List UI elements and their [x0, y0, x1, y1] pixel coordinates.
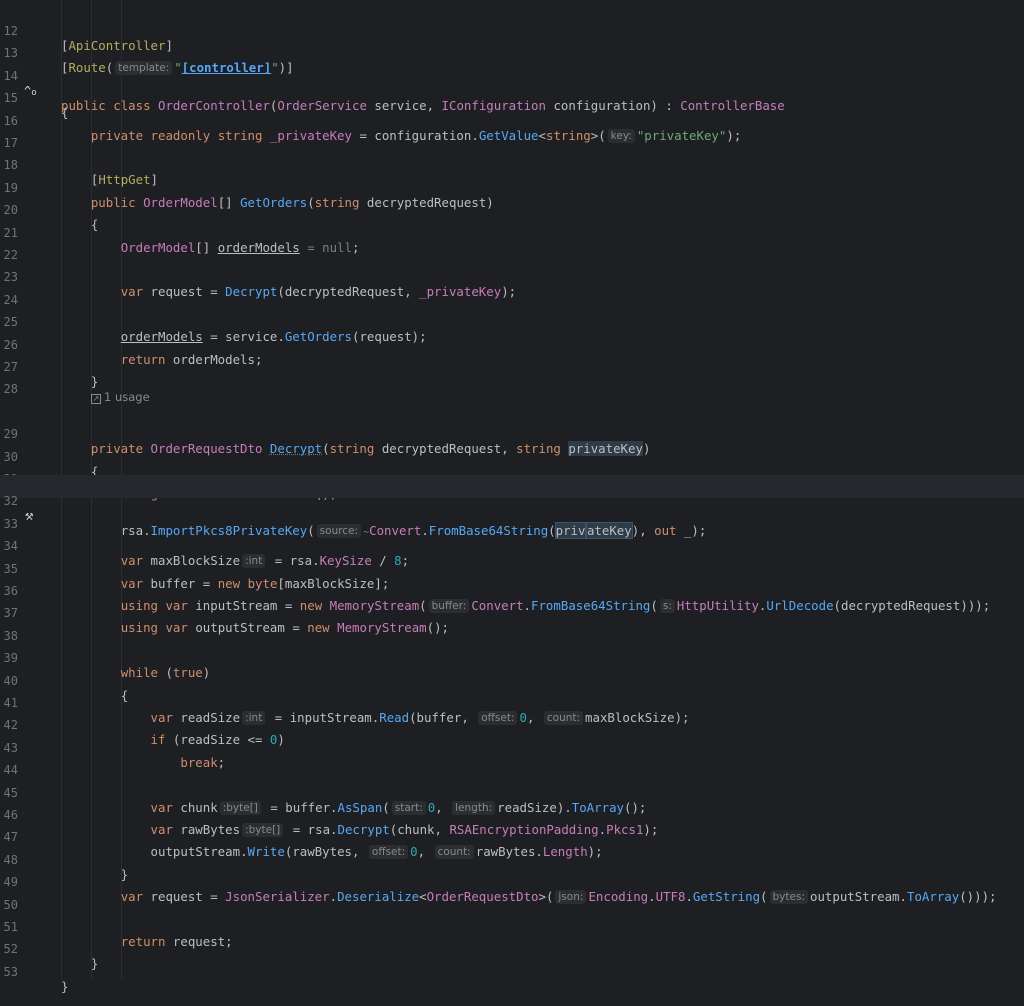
- code-line[interactable]: 14 ^o public class OrderController(Order…: [0, 50, 1024, 113]
- code-line[interactable]: 49 var request = JsonSerializer.Deserial…: [0, 856, 1024, 905]
- code-line[interactable]: 30 {: [0, 431, 1024, 479]
- code-line[interactable]: 19 public OrderModel[] GetOrders(string …: [0, 162, 1024, 210]
- code-line[interactable]: 16 private readonly string _privateKey =…: [0, 95, 1024, 143]
- code-line[interactable]: 34 var maxBlockSize:int = rsa.KeySize / …: [0, 520, 1024, 569]
- code-line[interactable]: 50: [0, 879, 1024, 912]
- code-line[interactable]: 29 private OrderRequestDto Decrypt(strin…: [0, 408, 1024, 457]
- usages-code-lens[interactable]: ↗ 1 usage: [91, 386, 150, 408]
- code-line[interactable]: 42 if (readSize <= 0): [0, 699, 1024, 747]
- code-line[interactable]: 28: [0, 363, 1024, 396]
- code-line[interactable]: 13 [Route(template: "[controller]")]: [0, 27, 1024, 76]
- code-line[interactable]: 46 var rawBytes:byte[] = rsa.Decrypt(chu…: [0, 789, 1024, 837]
- code-line[interactable]: 23 var request = Decrypt(decryptedReques…: [0, 251, 1024, 299]
- code-line-current[interactable]: 32 ⚒ rsa.ImportPkcs8PrivateKey(source: ∼C…: [0, 475, 1024, 540]
- code-line[interactable]: 27 }: [0, 341, 1024, 389]
- code-line[interactable]: 40 {: [0, 655, 1024, 703]
- code-line[interactable]: 36 using var inputStream = new MemoryStr…: [0, 565, 1024, 613]
- code-line[interactable]: 44: [0, 744, 1024, 777]
- code-line[interactable]: 26 return orderModels;: [0, 319, 1024, 367]
- code-text[interactable]: }: [61, 976, 68, 998]
- code-line[interactable]: 22: [0, 229, 1024, 262]
- code-line[interactable]: 18 [HttpGet]: [0, 139, 1024, 187]
- code-line[interactable]: 12 [ApiController]: [0, 5, 1024, 53]
- code-line[interactable]: 31 using var rsa = RSA.Create();: [0, 453, 1024, 501]
- code-line[interactable]: 15 {: [0, 72, 1024, 120]
- line-number: 28: [3, 382, 18, 397]
- code-line[interactable]: 43 break;: [0, 722, 1024, 770]
- code-line[interactable]: 53 }: [0, 946, 1024, 994]
- external-link-icon: ↗: [91, 393, 101, 404]
- line-number: 53: [3, 964, 18, 979]
- code-line[interactable]: 17: [0, 117, 1024, 150]
- code-line[interactable]: 25 orderModels = service.GetOrders(reque…: [0, 296, 1024, 344]
- code-line[interactable]: 45 var chunk:byte[] = buffer.AsSpan(star…: [0, 767, 1024, 815]
- code-line[interactable]: 37 using var outputStream = new MemorySt…: [0, 587, 1024, 635]
- code-line[interactable]: 48 }: [0, 834, 1024, 882]
- code-editor[interactable]: 12 [ApiController] 13 [Route(template: "[…: [0, 0, 1024, 994]
- code-line[interactable]: 47 outputStream.Write(rawBytes, offset: 0…: [0, 811, 1024, 860]
- code-line[interactable]: 20 {: [0, 184, 1024, 232]
- code-line[interactable]: 38: [0, 610, 1024, 643]
- code-line[interactable]: 39 while (true): [0, 632, 1024, 680]
- code-line[interactable]: 51 return request;: [0, 901, 1024, 949]
- code-line[interactable]: 35 var buffer = new byte[maxBlockSize];: [0, 543, 1024, 591]
- code-line[interactable]: 41 var readSize:int = inputStream.Read(b…: [0, 677, 1024, 725]
- code-line[interactable]: 21 OrderModel[] orderModels = null;: [0, 207, 1024, 255]
- code-line[interactable]: 24: [0, 274, 1024, 307]
- code-line[interactable]: 52 }: [0, 923, 1024, 971]
- code-line[interactable]: 33: [0, 498, 1024, 531]
